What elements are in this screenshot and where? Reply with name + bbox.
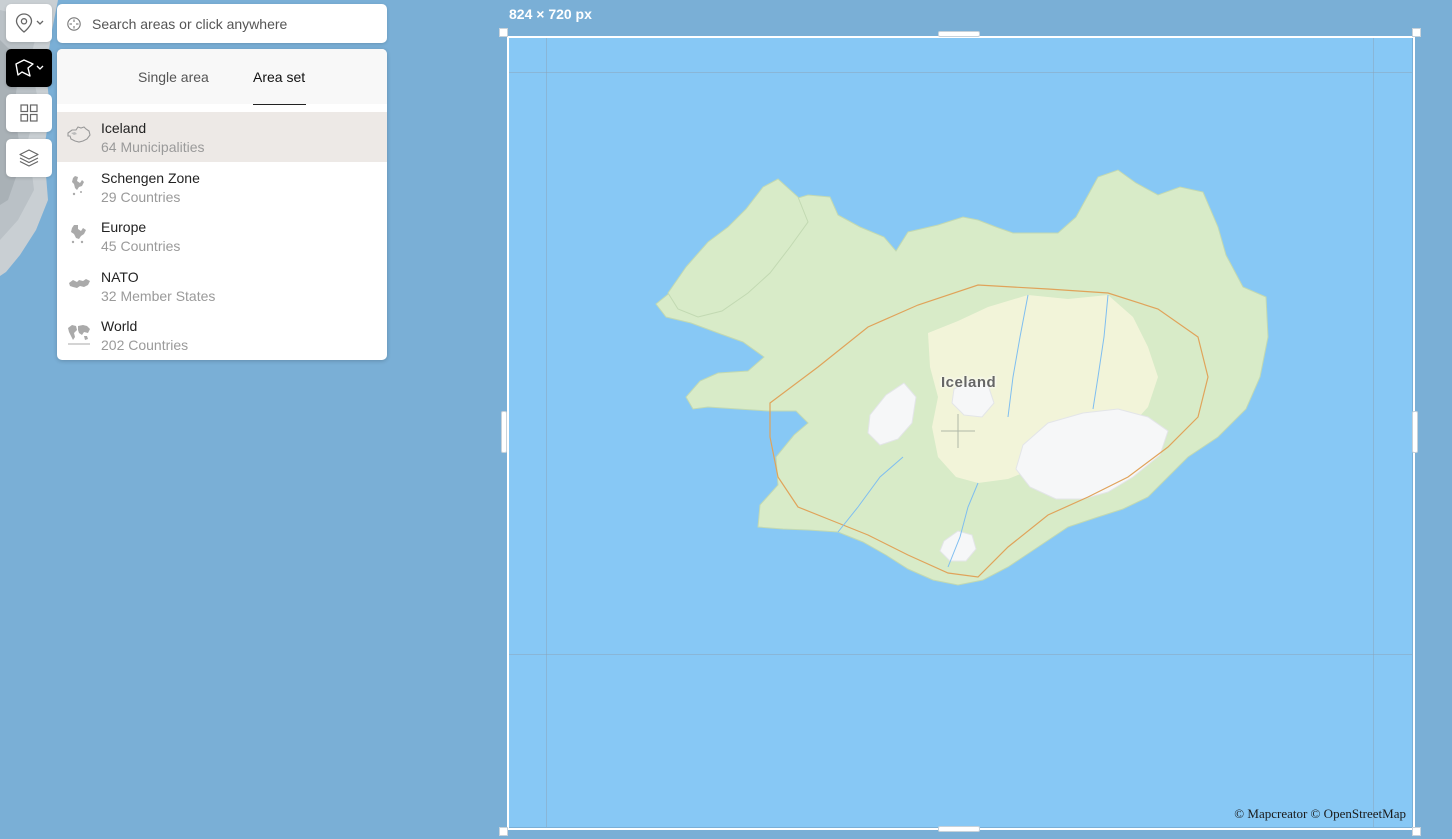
iceland-shape-icon [67,126,91,143]
list-item-name: World [101,318,138,334]
nato-shape-icon [69,278,90,288]
crosshair-icon [67,16,81,31]
list-item-schengen-zone[interactable]: Schengen Zone 29 Countries [57,162,387,212]
map-place-label: Iceland [941,374,997,391]
list-item-count: 29 Countries [101,188,181,205]
list-item-nato[interactable]: NATO 32 Member States [57,261,387,311]
layers-tool-button[interactable] [6,139,52,177]
area-tool-button[interactable] [6,49,52,87]
list-item-world[interactable]: World 202 Countries [57,310,387,360]
grid-icon [20,104,38,122]
search-bar[interactable] [57,4,387,43]
layers-icon [19,149,39,167]
iceland-landmass [655,169,1269,586]
world-shape-icon [68,325,90,345]
polygon-area-icon [15,59,44,77]
area-set-panel: Single area Area set Iceland 64 Municipa… [57,49,387,360]
resize-handle-bottom-right[interactable] [1412,827,1421,836]
resize-handle-top[interactable] [938,31,980,37]
grid-tool-button[interactable] [6,94,52,132]
list-item-count: 45 Countries [101,238,181,254]
resize-handle-left[interactable] [501,411,507,453]
resize-handle-top-right[interactable] [1412,28,1421,37]
list-item-count: 32 Member States [101,287,216,304]
tab-area-set[interactable]: Area set [253,69,305,85]
list-item-count: 202 Countries [101,337,189,353]
export-frame[interactable]: Iceland [508,37,1412,827]
resize-handle-bottom-left[interactable] [499,827,508,836]
area-set-list: Iceland 64 Municipalities Schengen Zone … [57,112,387,360]
europe-shape-icon [71,225,86,244]
location-tool-button[interactable] [6,4,52,42]
frame-size-label: 824 × 720 px [509,6,592,22]
location-pin-icon [15,13,44,33]
map-attribution[interactable]: © Mapcreator © OpenStreetMap [1234,806,1406,822]
tab-single-area[interactable]: Single area [138,69,209,85]
list-item-iceland[interactable]: Iceland 64 Municipalities [57,112,387,162]
list-item-name: NATO [101,268,139,285]
list-item-europe[interactable]: Europe 45 Countries [57,211,387,261]
schengen-shape-icon [72,175,84,195]
search-input[interactable] [92,15,362,32]
list-item-name: Europe [101,219,147,235]
active-tab-indicator [253,104,306,105]
resize-handle-bottom[interactable] [938,826,980,832]
panel-tabs: Single area Area set [57,49,387,104]
list-item-count: 64 Municipalities [101,139,205,155]
resize-handle-top-left[interactable] [499,28,508,37]
list-item-name: Schengen Zone [101,169,200,186]
resize-handle-right[interactable] [1412,411,1418,453]
list-item-name: Iceland [101,120,147,136]
